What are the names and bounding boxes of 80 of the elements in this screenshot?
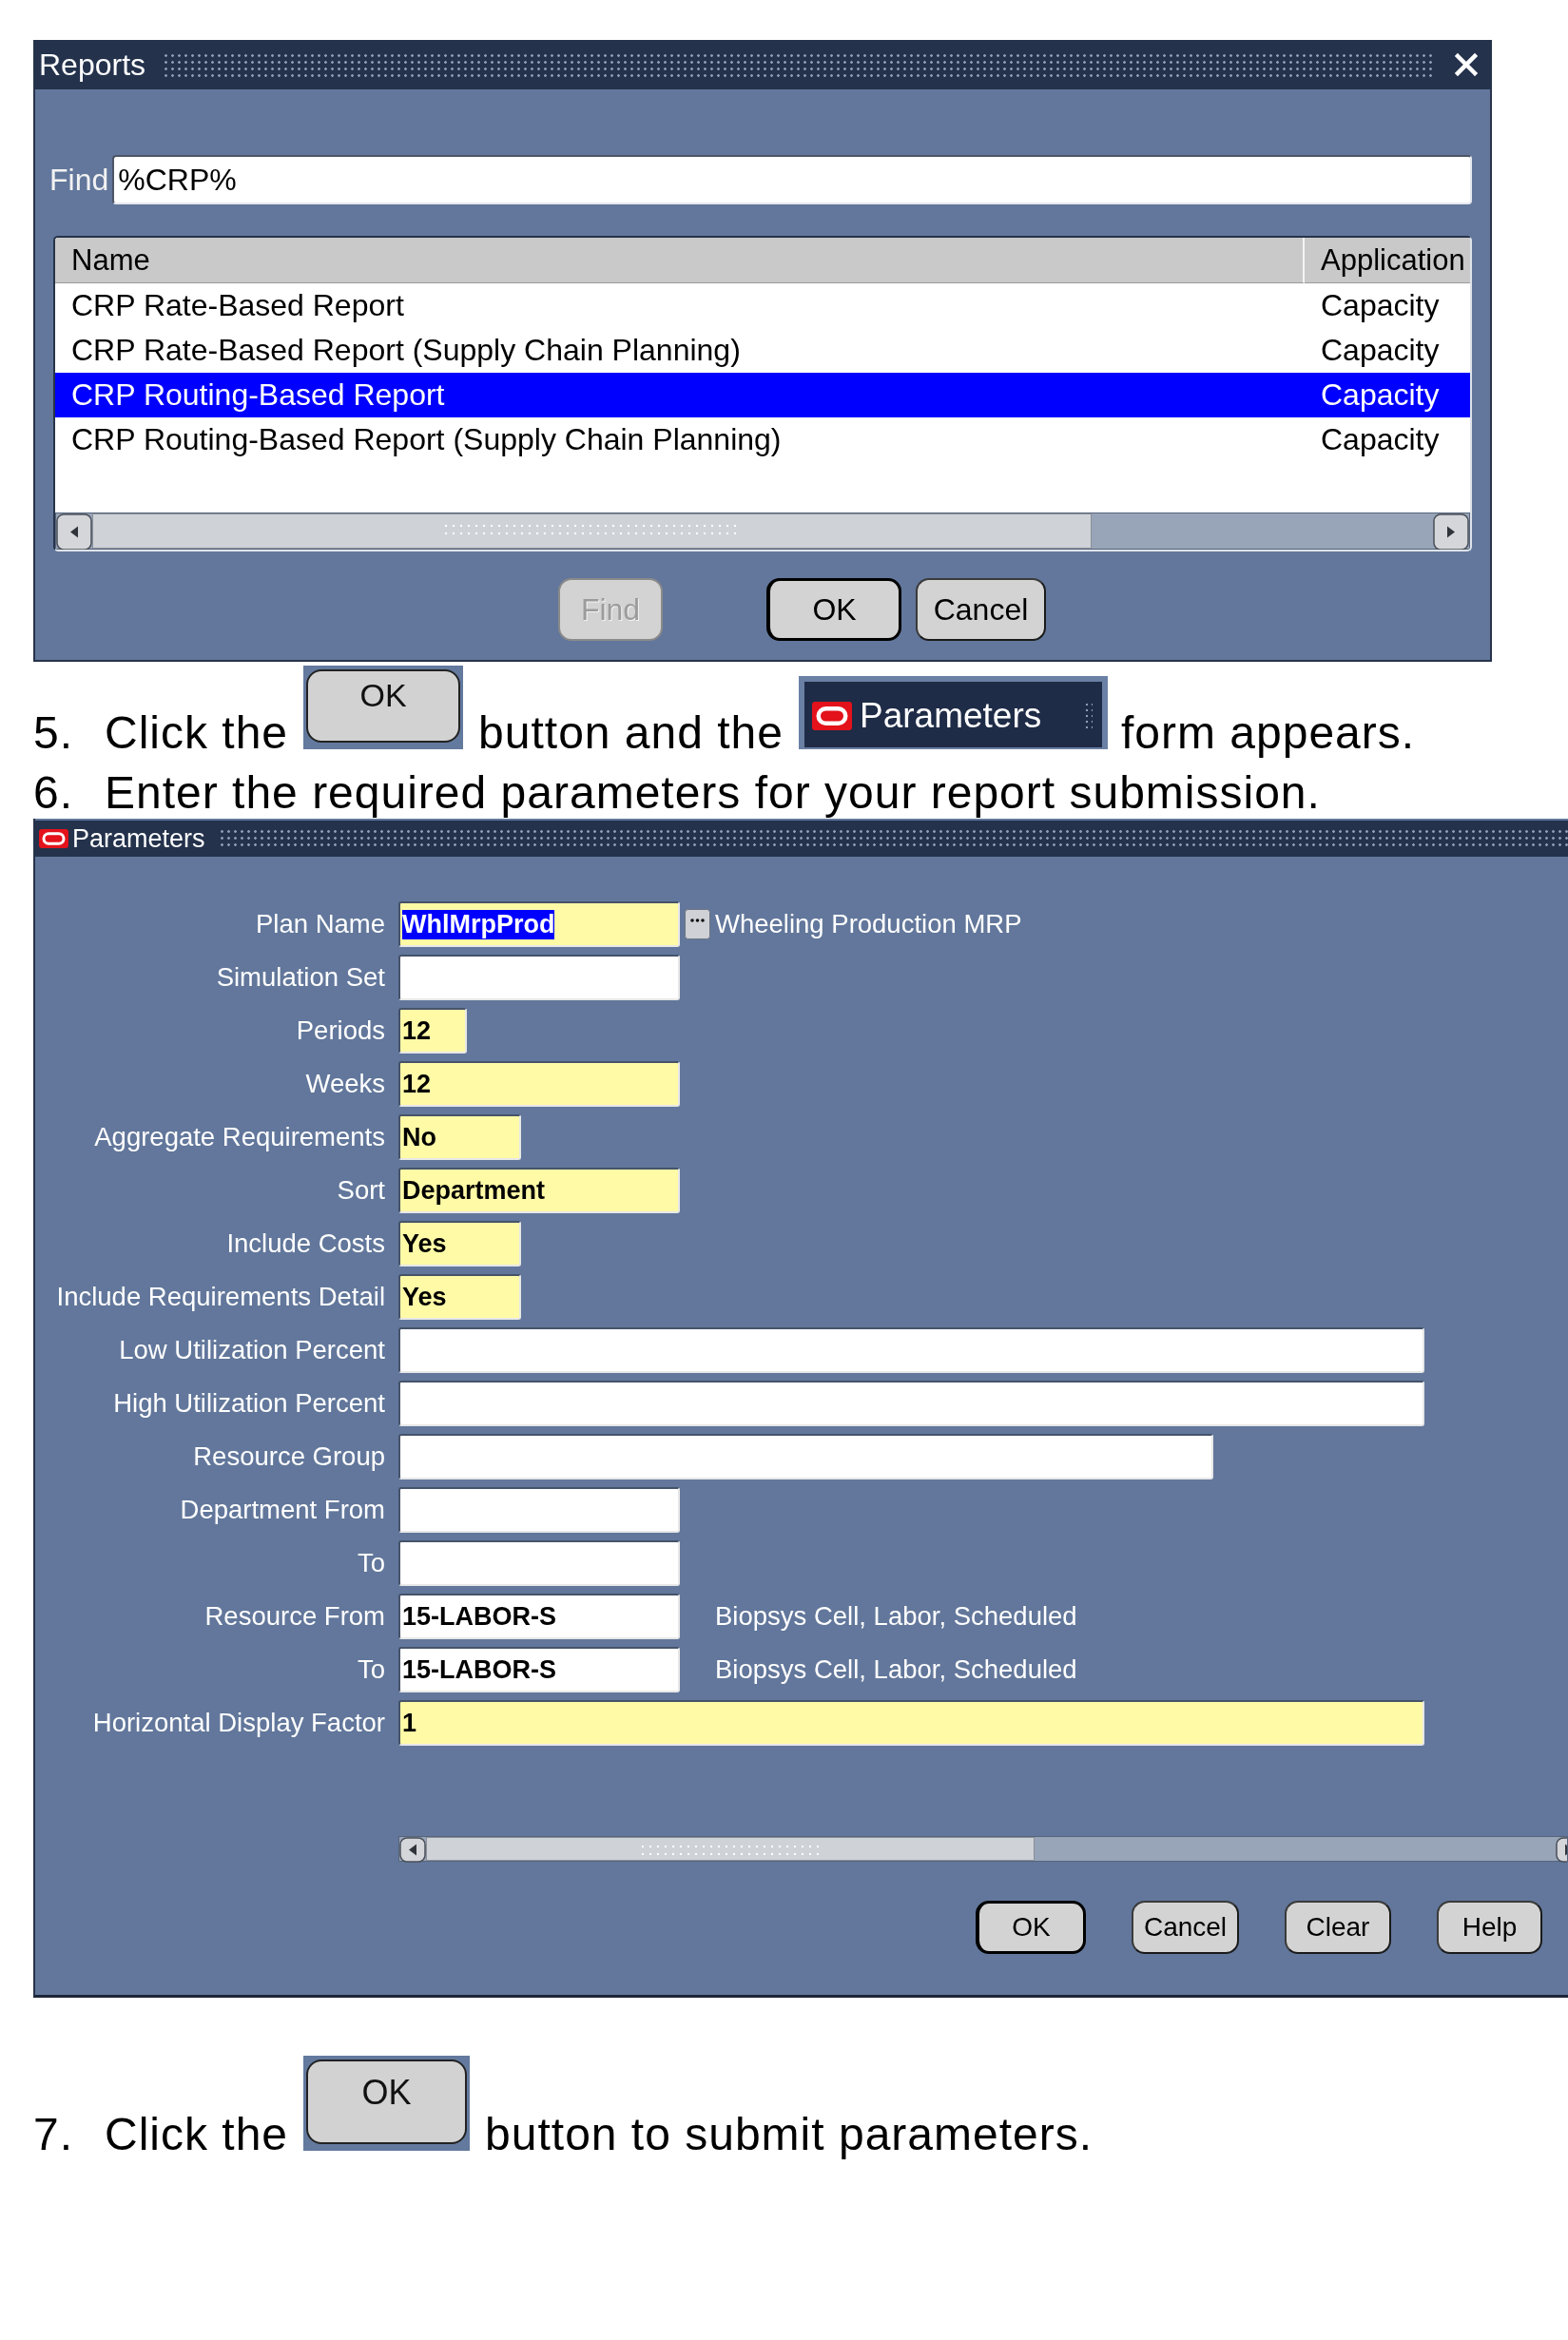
field-label: Include Requirements Detail <box>55 1282 385 1312</box>
find-field[interactable]: %CRP% <box>112 155 1472 204</box>
instruction-text: form appears. <box>1121 706 1416 759</box>
step-number: 5. <box>33 706 75 759</box>
list-cell-text: CRP Routing-Based Report <box>70 377 446 413</box>
window-title: Parameters <box>860 695 1042 736</box>
button-picture: OK <box>303 666 464 749</box>
dialog-button[interactable]: Help <box>1437 1901 1542 1954</box>
list-row[interactable]: CRP Routing-Based Report (Supply Chain Planning) Capacity <box>55 417 1470 462</box>
field-label: Plan Name <box>254 909 385 939</box>
scrollbar-thumb[interactable] <box>92 513 1092 549</box>
text-field[interactable]: Yes <box>398 1221 521 1267</box>
dialog-button[interactable]: Cancel <box>916 578 1046 641</box>
instruction-text: button and the <box>478 706 784 759</box>
ellipsis-icon[interactable] <box>685 909 710 939</box>
text-field[interactable] <box>398 1381 1424 1426</box>
list-row[interactable]: CRP Routing-Based Report Capacity <box>55 373 1470 417</box>
text-field[interactable] <box>398 1327 1424 1373</box>
step-number: 6. <box>33 766 75 819</box>
field-label: Include Costs <box>225 1228 385 1259</box>
right-arrow-icon[interactable] <box>1556 1837 1567 1863</box>
right-arrow-icon[interactable] <box>1433 513 1469 550</box>
text-field[interactable] <box>398 1540 680 1586</box>
grip-icon <box>1084 701 1093 730</box>
text-field[interactable]: Department <box>398 1168 680 1213</box>
field-label: Periods <box>295 1015 385 1046</box>
window-title: Reports <box>39 47 146 83</box>
text-field[interactable]: 12 <box>398 1061 680 1107</box>
field-label: To <box>356 1654 385 1685</box>
field-label: Resource From <box>203 1601 385 1632</box>
field-label: Sort <box>336 1175 385 1206</box>
text-field[interactable]: 1 <box>398 1700 1424 1746</box>
scrollbar-thumb[interactable] <box>426 1837 1035 1861</box>
list-cell-text: Capacity <box>1320 288 1441 323</box>
text-field[interactable]: 12 <box>398 1008 467 1054</box>
dialog-button[interactable]: Cancel <box>1132 1901 1239 1954</box>
field-label: Horizontal Display Factor <box>91 1708 385 1738</box>
list-cell-text: CRP Routing-Based Report (Supply Chain Planning) <box>70 422 783 457</box>
text-field[interactable] <box>398 1434 1213 1479</box>
text-field[interactable]: No <box>398 1114 521 1160</box>
close-icon[interactable] <box>1454 52 1479 77</box>
instruction-text: button to submit parameters. <box>485 2108 1094 2160</box>
list-cell-text: CRP Rate-Based Report <box>70 288 405 323</box>
field-label: Simulation Set <box>215 962 385 993</box>
field-description: Biopsys Cell, Labor, Scheduled <box>715 1654 1077 1685</box>
list-cell-text: Capacity <box>1320 377 1441 413</box>
dialog-button[interactable]: OK <box>976 1901 1086 1954</box>
text-field[interactable] <box>398 1487 680 1533</box>
field-label: Resource Group <box>192 1441 385 1472</box>
field-label: To <box>356 1548 385 1578</box>
instruction-text: Click the <box>105 706 289 759</box>
instruction-text: Enter the required parameters for your report submission. <box>105 766 1321 819</box>
field-label: Aggregate Requirements <box>93 1122 385 1152</box>
list-row[interactable]: CRP Rate-Based Report (Supply Chain Planning) Capacity <box>55 328 1470 373</box>
field-label: Weeks <box>304 1069 385 1099</box>
button-picture: OK <box>303 2056 471 2151</box>
dialog-button[interactable]: OK <box>766 578 901 641</box>
left-arrow-icon[interactable] <box>56 513 92 550</box>
column-header: Name <box>55 238 1305 283</box>
find-label: Find <box>49 162 109 198</box>
text-field[interactable]: 15-LABOR-S <box>398 1594 680 1639</box>
column-header: Application <box>1305 238 1470 283</box>
field-description: Wheeling Production MRP <box>715 909 1022 939</box>
oval-icon <box>39 829 68 848</box>
field-label: High Utilization Percent <box>112 1388 385 1419</box>
list-cell-text: Capacity <box>1320 422 1441 457</box>
list-cell-text: CRP Rate-Based Report (Supply Chain Planning) <box>70 333 742 368</box>
list-cell-text: Capacity <box>1320 333 1441 368</box>
text-field[interactable] <box>398 955 680 1000</box>
field-description: Biopsys Cell, Labor, Scheduled <box>715 1601 1077 1632</box>
text-field[interactable]: Yes <box>398 1274 521 1320</box>
window-title: Parameters <box>72 823 205 854</box>
instruction-text: Click the <box>105 2108 289 2160</box>
text-field[interactable]: WhlMrpProd <box>398 901 680 947</box>
list-row[interactable]: CRP Rate-Based Report Capacity <box>55 283 1470 328</box>
step-number: 7. <box>33 2108 75 2160</box>
field-label: Low Utilization Percent <box>118 1335 385 1365</box>
field-label: Department From <box>179 1495 385 1525</box>
dialog-button[interactable]: Clear <box>1285 1901 1391 1954</box>
text-field[interactable]: 15-LABOR-S <box>398 1647 680 1692</box>
